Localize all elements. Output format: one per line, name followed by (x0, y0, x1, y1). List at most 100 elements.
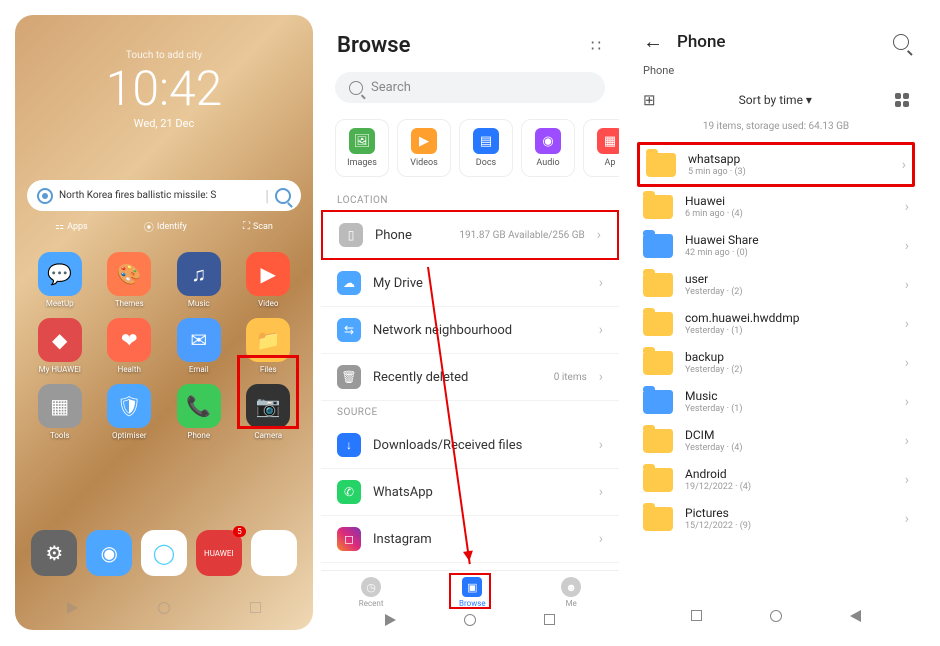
category-icon: ▶ (411, 128, 437, 154)
folder-dcim[interactable]: DCIMYesterday · (4)› (627, 421, 925, 460)
chevron-right-icon: › (902, 157, 906, 173)
breadcrumb[interactable]: Phone (627, 62, 925, 85)
app-themes[interactable]: 🎨Themes (97, 252, 163, 308)
source-whatsapp[interactable]: ✆ WhatsApp › (321, 469, 619, 516)
nav-recent-icon[interactable] (250, 602, 261, 613)
app-icon: ♫ (177, 252, 221, 296)
person-icon: ☻ (561, 577, 581, 597)
category-ap[interactable]: ▦Ap (583, 119, 619, 177)
browse-highlight (449, 573, 491, 609)
folder-whatsapp[interactable]: whatsapp5 min ago · (3)› (637, 142, 915, 187)
dock-search[interactable]: ◯ (141, 530, 187, 576)
download-icon: ↓ (337, 433, 361, 457)
location-mydrive[interactable]: ☁ My Drive › (321, 260, 619, 307)
app-icon: ▶ (246, 252, 290, 296)
chevron-right-icon: › (599, 322, 603, 338)
location-network[interactable]: ⇆ Network neighbourhood › (321, 307, 619, 354)
folder-backup[interactable]: backupYesterday · (2)› (627, 343, 925, 382)
folder-icon (643, 312, 673, 336)
phone-icon: ▯ (339, 223, 363, 247)
dock-settings[interactable]: ⚙ (31, 530, 77, 576)
nav-recent[interactable]: ◷Recent (359, 577, 384, 608)
chevron-right-icon: › (599, 369, 603, 385)
nav-me[interactable]: ☻Me (561, 577, 581, 608)
location-phone[interactable]: ▯ Phone 191.87 GB Available/256 GB › (321, 210, 619, 260)
folder-icon (643, 273, 673, 297)
grid-view-icon[interactable] (895, 93, 909, 107)
folder-icon (643, 351, 673, 375)
search-input[interactable]: Search (335, 72, 605, 103)
nav-home-icon[interactable] (158, 602, 170, 614)
source-section: SOURCE (321, 401, 619, 422)
add-city-hint[interactable]: Touch to add city (27, 50, 301, 61)
search-icon[interactable] (893, 34, 909, 50)
back-button[interactable]: ← (643, 29, 663, 54)
clock-icon: ◷ (361, 577, 381, 597)
sort-button[interactable]: Sort by time (739, 93, 812, 107)
app-health[interactable]: ❤Health (97, 318, 163, 374)
folder-icon (643, 429, 673, 453)
app-phone[interactable]: 📞Phone (166, 384, 232, 440)
category-images[interactable]: 🖼Images (335, 119, 389, 177)
location-section: LOCATION (321, 189, 619, 210)
files-highlight (237, 355, 299, 429)
app-my-huawei[interactable]: ◆My HUAWEI (27, 318, 93, 374)
dock-browser[interactable]: ◉ (86, 530, 132, 576)
source-downloads[interactable]: ↓ Downloads/Received files › (321, 422, 619, 469)
search-icon[interactable] (275, 188, 291, 204)
new-folder-icon[interactable]: ⊞ (643, 91, 656, 109)
clock: 10:42 (27, 65, 301, 113)
app-optimiser[interactable]: 🛡Optimiser (97, 384, 163, 440)
category-videos[interactable]: ▶Videos (397, 119, 451, 177)
chevron-right-icon: › (905, 316, 909, 332)
app-email[interactable]: ✉Email (166, 318, 232, 374)
nav-recent-icon[interactable] (544, 614, 555, 625)
badge: 5 (233, 526, 246, 537)
category-icon: ◉ (535, 128, 561, 154)
cloud-icon: ☁ (337, 271, 361, 295)
app-video[interactable]: ▶Video (236, 252, 302, 308)
chevron-right-icon: › (905, 394, 909, 410)
browse-screen: Browse ∷ Search 🖼Images▶Videos▤Docs◉Audi… (321, 15, 619, 630)
compass-icon (37, 188, 53, 204)
quick-apps[interactable]: ⚏Apps (55, 219, 88, 234)
nav-recent-icon[interactable] (691, 610, 702, 621)
category-row: 🖼Images▶Videos▤Docs◉Audio▦Ap (321, 107, 619, 189)
folder-pictures[interactable]: Pictures15/12/2022 · (9)› (627, 499, 925, 538)
nav-back-icon[interactable] (850, 610, 861, 622)
category-audio[interactable]: ◉Audio (521, 119, 575, 177)
menu-icon[interactable]: ∷ (591, 36, 603, 55)
folder-user[interactable]: userYesterday · (2)› (627, 265, 925, 304)
chevron-right-icon: › (905, 511, 909, 527)
folder-music[interactable]: MusicYesterday · (1)› (627, 382, 925, 421)
nav-home-icon[interactable] (464, 614, 476, 626)
app-tools[interactable]: ▦Tools (27, 384, 93, 440)
dock-appgallery[interactable]: HUAWEI5 (196, 530, 242, 576)
folder-icon (646, 153, 676, 177)
app-icon: ◆ (38, 318, 82, 362)
nav-home-icon[interactable] (770, 610, 782, 622)
folder-huawei[interactable]: Huawei6 min ago · (4)› (627, 187, 925, 226)
app-meetup[interactable]: 💬MeetUp (27, 252, 93, 308)
folder-icon (643, 234, 673, 258)
chevron-right-icon: › (599, 531, 603, 547)
phone-folder-screen: ← Phone Phone ⊞ Sort by time 19 items, s… (627, 15, 925, 630)
location-recently-deleted[interactable]: 🗑 Recently deleted 0 items › (321, 354, 619, 401)
headline-search-bar[interactable]: North Korea fires ballistic missile: S | (27, 180, 301, 211)
nav-browse[interactable]: ▣Browse (459, 577, 486, 608)
dock-gallery[interactable]: ✿ (251, 530, 297, 576)
folder-com-huawei-hwddmp[interactable]: com.huawei.hwddmpYesterday · (1)› (627, 304, 925, 343)
folder-icon (643, 390, 673, 414)
app-music[interactable]: ♫Music (166, 252, 232, 308)
quick-identify[interactable]: ⦿Identify (144, 219, 187, 234)
folder-list: whatsapp5 min ago · (3)›Huawei6 min ago … (627, 142, 925, 538)
category-docs[interactable]: ▤Docs (459, 119, 513, 177)
nav-back-icon[interactable] (385, 614, 396, 626)
phone-title: Phone (677, 32, 879, 52)
nav-back-icon[interactable] (67, 602, 78, 614)
chevron-right-icon: › (599, 275, 603, 291)
folder-android[interactable]: Android19/12/2022 · (4)› (627, 460, 925, 499)
chevron-right-icon: › (905, 433, 909, 449)
quick-scan[interactable]: ⛶Scan (243, 219, 273, 234)
folder-huawei-share[interactable]: Huawei Share42 min ago · (0)› (627, 226, 925, 265)
